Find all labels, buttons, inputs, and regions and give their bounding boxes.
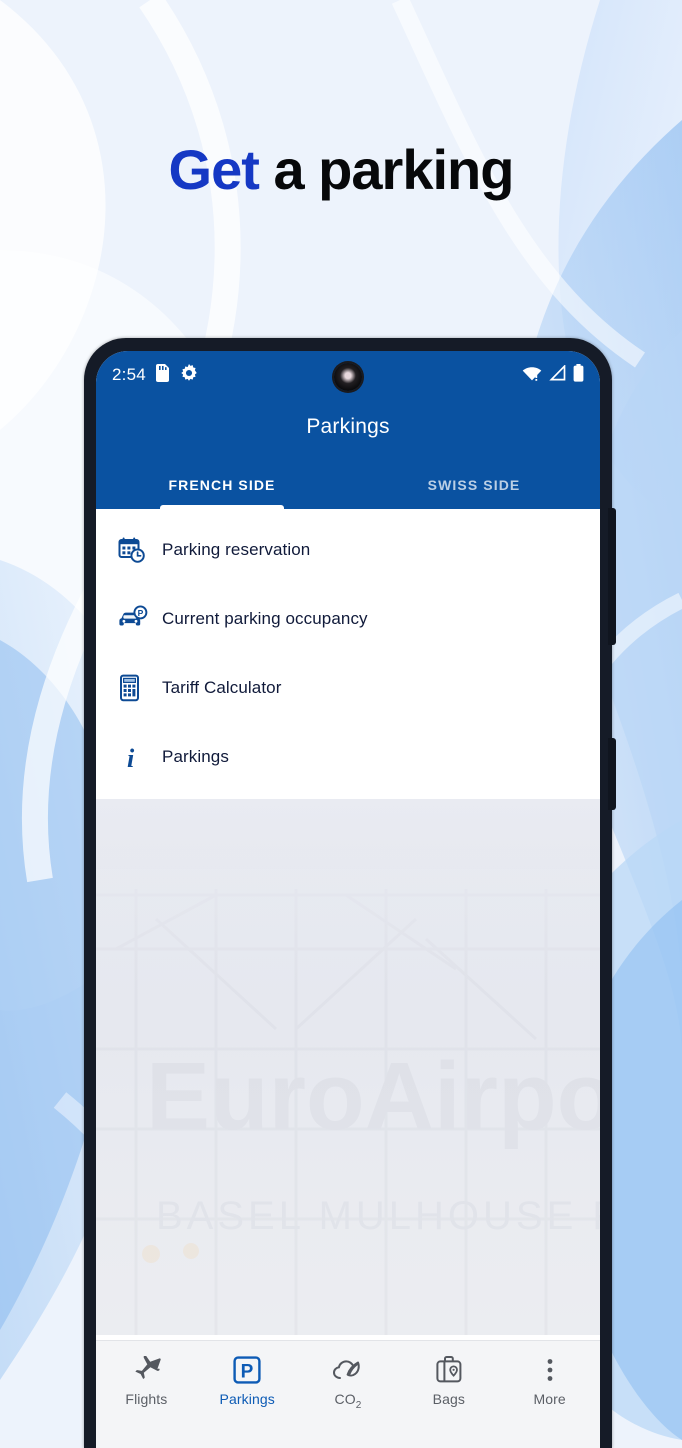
svg-text:BASEL MULHOUSE FREIBURG: BASEL MULHOUSE FREIBURG [156, 1194, 600, 1238]
menu-item-current-parking-occupancy[interactable]: P Current parking occupancy [96, 584, 600, 653]
parking-p-icon: P [232, 1355, 262, 1385]
nav-item-label-text: CO [334, 1391, 356, 1407]
menu-item-parking-reservation[interactable]: Parking reservation [96, 515, 600, 584]
nav-item-label: More [533, 1391, 566, 1407]
sd-card-icon [155, 363, 171, 387]
phone-mockup: 2:54 Parkings FRENCH SIDE SWISS SIDE Par… [84, 338, 616, 1448]
phone-screen: 2:54 Parkings FRENCH SIDE SWISS SIDE Par… [96, 351, 600, 1448]
nav-item-label: CO2 [335, 1391, 362, 1411]
co2-leaf-cloud-icon [332, 1355, 364, 1385]
wifi-alert-icon [522, 365, 542, 386]
nav-item-label: Bags [432, 1391, 465, 1407]
volume-button[interactable] [608, 508, 616, 645]
tab-bar: FRENCH SIDE SWISS SIDE [96, 461, 600, 509]
nav-item-co2[interactable]: CO2 [298, 1355, 399, 1411]
more-dots-icon [545, 1355, 555, 1385]
cellular-signal-icon [549, 363, 566, 386]
page-title-rest: a parking [258, 138, 514, 201]
calculator-icon [118, 674, 162, 702]
airplane-icon [131, 1355, 162, 1385]
nav-item-bags[interactable]: Bags [398, 1355, 499, 1407]
app-bar-title: Parkings [306, 415, 390, 438]
menu-item-label: Parkings [162, 746, 229, 766]
nav-item-flights[interactable]: Flights [96, 1355, 197, 1407]
tab-swiss-side[interactable]: SWISS SIDE [348, 461, 600, 509]
nav-item-parkings[interactable]: P Parkings [197, 1355, 298, 1407]
nav-item-label: Flights [125, 1391, 168, 1407]
menu-item-tariff-calculator[interactable]: Tariff Calculator [96, 653, 600, 722]
svg-text:i: i [127, 744, 135, 771]
nav-item-label: Parkings [219, 1391, 275, 1407]
svg-text:P: P [241, 1361, 254, 1382]
info-icon: i [118, 743, 162, 771]
app-bar: Parkings FRENCH SIDE SWISS SIDE [96, 399, 600, 509]
tab-french-side-label: FRENCH SIDE [168, 477, 276, 493]
svg-text:EuroAirport: EuroAirport [146, 1043, 600, 1150]
page-title: Get a parking [0, 142, 682, 198]
status-clock: 2:54 [112, 365, 146, 384]
svg-text:P: P [138, 608, 144, 618]
car-parking-icon: P [118, 604, 162, 633]
front-camera-punch-hole [334, 363, 362, 391]
nav-item-more[interactable]: More [499, 1355, 600, 1407]
nav-item-label-subscript: 2 [355, 1399, 362, 1411]
suitcase-icon [435, 1355, 463, 1385]
menu-item-parkings-info[interactable]: i Parkings [96, 722, 600, 791]
status-bar: 2:54 [96, 351, 600, 399]
calendar-clock-icon [118, 536, 162, 564]
menu-item-label: Tariff Calculator [162, 677, 282, 697]
tab-french-side[interactable]: FRENCH SIDE [96, 461, 348, 509]
gear-icon [180, 363, 198, 387]
parking-menu-list: Parking reservation P Current parking oc… [96, 509, 600, 799]
menu-item-label: Parking reservation [162, 539, 311, 559]
bottom-navigation-bar: Flights P Parkings CO2 Bags More [96, 1340, 600, 1448]
page-title-highlight: Get [168, 138, 260, 201]
tab-active-indicator [160, 505, 284, 509]
photo-fade-overlay [96, 799, 600, 1009]
tab-swiss-side-label: SWISS SIDE [427, 477, 521, 493]
menu-item-label: Current parking occupancy [162, 608, 368, 628]
terminal-photo-background: EuroAirport BASEL MULHOUSE FREIBURG [96, 799, 600, 1335]
power-button[interactable] [608, 738, 616, 810]
battery-full-icon [573, 363, 584, 387]
